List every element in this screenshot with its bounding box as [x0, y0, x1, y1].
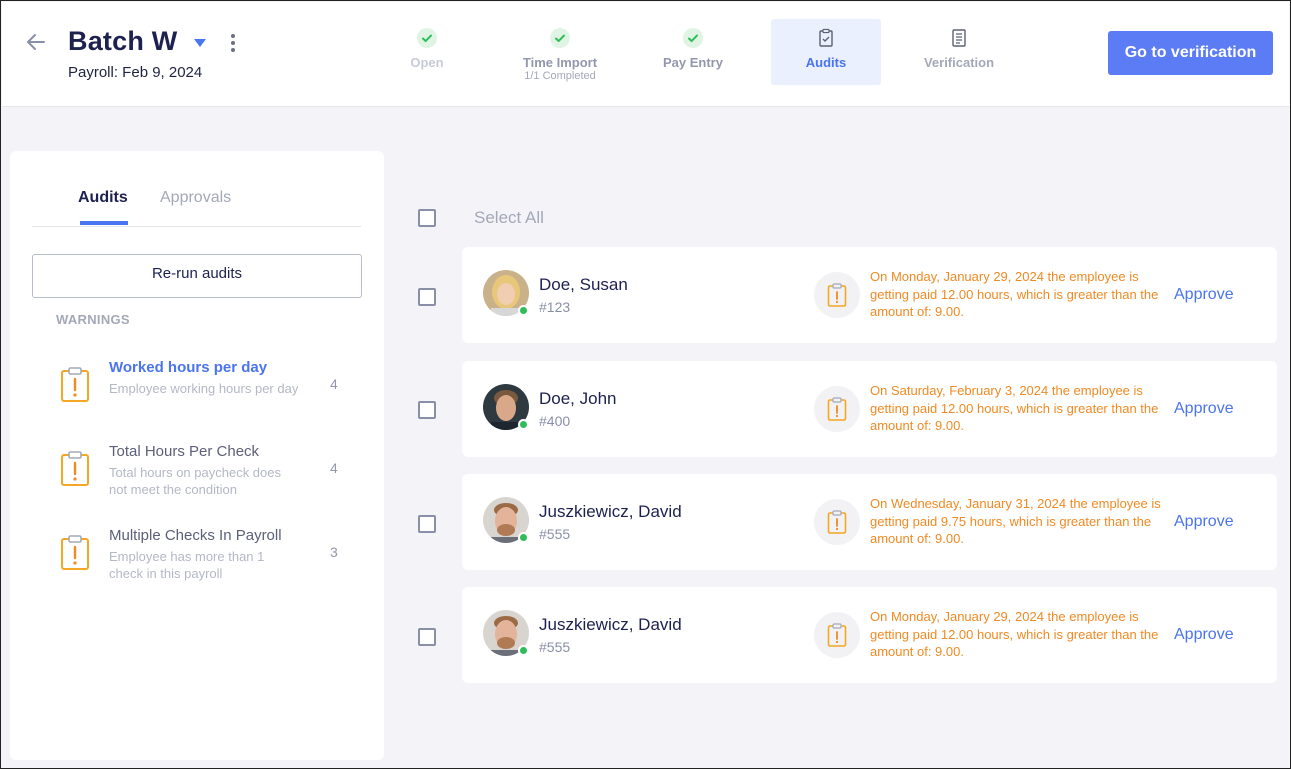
online-status-dot — [518, 645, 529, 656]
employee-name: Doe, John — [539, 389, 617, 408]
online-status-dot — [518, 305, 529, 316]
row-checkbox[interactable] — [418, 515, 436, 533]
select-all-label[interactable]: Select All — [474, 208, 544, 228]
select-all-checkbox[interactable] — [418, 209, 436, 227]
employee-id: #400 — [539, 413, 571, 429]
back-arrow-icon[interactable] — [24, 30, 48, 54]
clipboard-warning-icon — [814, 272, 860, 318]
batch-title: Batch W — [68, 26, 178, 56]
row-checkbox[interactable] — [418, 288, 436, 306]
step-sublabel: 1/1 Completed — [524, 70, 596, 82]
row-checkbox[interactable] — [418, 628, 436, 646]
audit-row: Juszkiewicz, David #555 On Monday, Janua… — [462, 587, 1277, 683]
clipboard-warning-icon — [60, 535, 90, 571]
employee-id: #555 — [539, 639, 571, 655]
warning-total-hours-per-check[interactable]: Total Hours Per Check Total hours on pay… — [50, 443, 350, 507]
audit-message: On Monday, January 29, 2024 the employee… — [870, 269, 1159, 319]
check-icon — [417, 28, 437, 48]
audit-row: Doe, John #400 On Saturday, February 3, … — [462, 361, 1277, 457]
sidebar-tabs: Audits Approvals — [32, 187, 361, 227]
audit-row: Juszkiewicz, David #555 On Wednesday, Ja… — [462, 474, 1277, 570]
online-status-dot — [518, 532, 529, 543]
audit-row: Doe, Susan #123 On Monday, January 29, 2… — [462, 247, 1277, 343]
clipboard-warning-icon — [814, 612, 860, 658]
step-label: Verification — [923, 55, 995, 70]
go-to-verification-button[interactable]: Go to verification — [1108, 31, 1273, 75]
audit-message: On Monday, January 29, 2024 the employee… — [870, 609, 1159, 659]
audit-message: On Saturday, February 3, 2024 the employ… — [870, 383, 1159, 433]
clipboard-warning-icon — [60, 367, 90, 403]
tab-audits[interactable]: Audits — [78, 189, 128, 207]
row-checkbox[interactable] — [418, 401, 436, 419]
step-verification[interactable]: Verification — [904, 19, 1014, 85]
approve-link[interactable]: Approve — [1174, 626, 1234, 644]
tab-approvals[interactable]: Approvals — [160, 189, 231, 207]
clipboard-warning-icon — [60, 451, 90, 487]
audit-message: On Wednesday, January 31, 2024 the emplo… — [870, 496, 1161, 546]
step-label: Time Import — [522, 55, 598, 70]
step-label: Audits — [805, 55, 847, 70]
warnings-heading: WARNINGS — [56, 312, 130, 327]
active-tab-indicator — [80, 221, 128, 225]
payroll-date: Payroll: Feb 9, 2024 — [68, 64, 203, 81]
caret-down-icon[interactable] — [192, 36, 208, 48]
warning-title: Total Hours Per Check — [109, 443, 260, 460]
check-icon — [550, 28, 570, 48]
warning-title: Worked hours per day — [109, 359, 268, 376]
step-label: Open — [410, 55, 444, 70]
step-audits[interactable]: Audits — [771, 19, 881, 85]
top-bar: Batch W Payroll: Feb 9, 2024 Open Time I… — [2, 2, 1289, 107]
step-label: Pay Entry — [663, 55, 723, 70]
step-open[interactable]: Open — [372, 19, 482, 85]
clipboard-warning-icon — [814, 386, 860, 432]
clipboard-warning-icon — [814, 499, 860, 545]
approve-link[interactable]: Approve — [1174, 400, 1234, 418]
warning-worked-hours-per-day[interactable]: Worked hours per day Employee working ho… — [50, 359, 350, 423]
audits-sidebar: Audits Approvals Re-run audits WARNINGS … — [10, 151, 384, 760]
employee-name: Juszkiewicz, David — [539, 615, 682, 634]
clipboard-check-icon — [816, 28, 836, 48]
employee-id: #555 — [539, 526, 571, 542]
step-pay-entry[interactable]: Pay Entry — [638, 19, 748, 85]
warning-description: Employee has more than 1 check in this p… — [109, 549, 265, 581]
document-icon — [949, 28, 969, 48]
check-icon — [683, 28, 703, 48]
warning-description: Employee working hours per day — [109, 381, 299, 396]
warning-count: 4 — [330, 460, 338, 476]
warning-description: Total hours on paycheck does not meet th… — [109, 465, 281, 497]
approve-link[interactable]: Approve — [1174, 513, 1234, 531]
more-vertical-icon[interactable] — [226, 32, 240, 54]
employee-id: #123 — [539, 299, 571, 315]
employee-name: Doe, Susan — [539, 275, 628, 294]
approve-link[interactable]: Approve — [1174, 286, 1234, 304]
warning-count: 3 — [330, 544, 338, 560]
employee-name: Juszkiewicz, David — [539, 502, 682, 521]
warning-multiple-checks-in-payroll[interactable]: Multiple Checks In Payroll Employee has … — [50, 527, 350, 591]
warning-count: 4 — [330, 376, 338, 392]
warning-title: Multiple Checks In Payroll — [109, 527, 282, 544]
step-time-import[interactable]: Time Import 1/1 Completed — [505, 19, 615, 85]
rerun-audits-button[interactable]: Re-run audits — [32, 254, 362, 298]
online-status-dot — [518, 419, 529, 430]
